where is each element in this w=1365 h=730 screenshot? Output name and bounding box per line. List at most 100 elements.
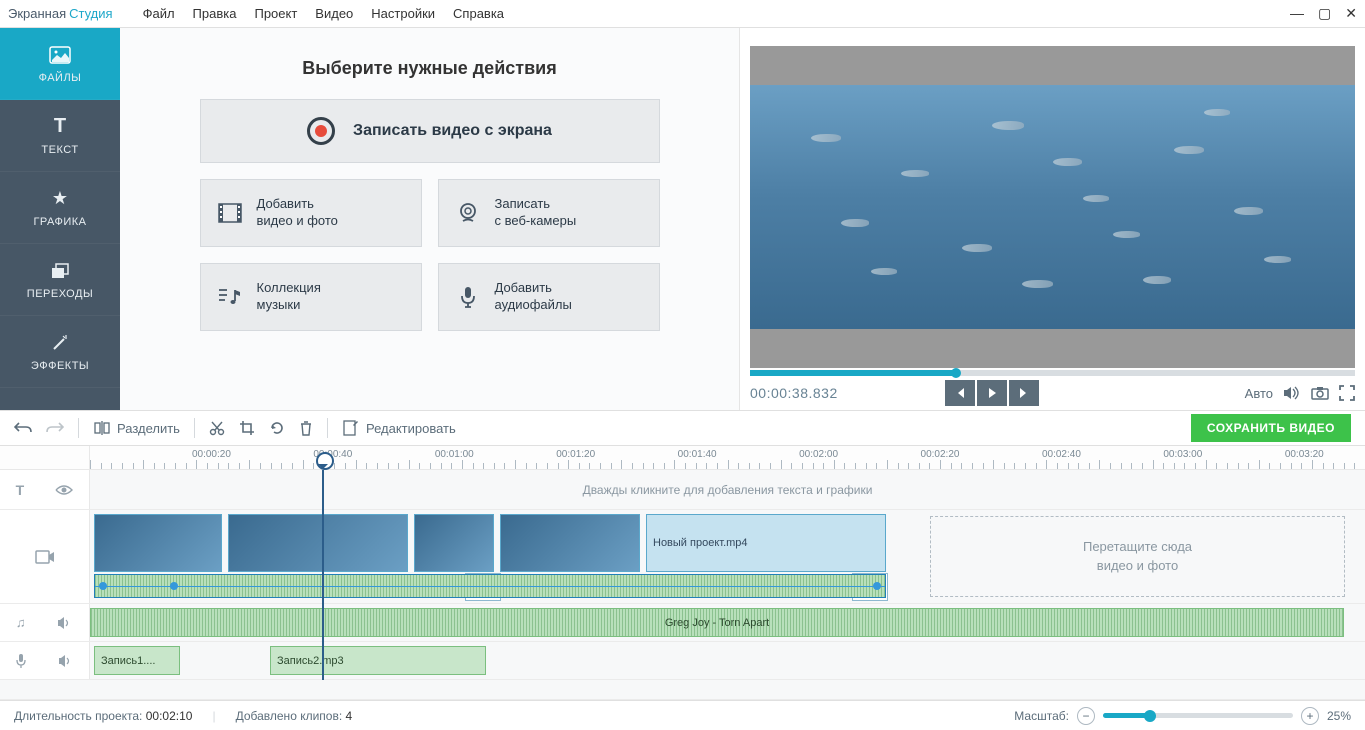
app-title-a: Экранная	[8, 6, 66, 21]
fullscreen-icon[interactable]	[1339, 385, 1355, 401]
timeline-toolbar: Разделить Редактировать СОХРАНИТЬ ВИДЕО	[0, 410, 1365, 446]
window-controls: — ▢ ✕	[1290, 5, 1357, 22]
sidebar-item-graphics[interactable]: ★ ГРАФИКА	[0, 172, 120, 244]
add-video-button[interactable]: Добавитьвидео и фото	[200, 179, 422, 247]
panel-title: Выберите нужные действия	[302, 58, 556, 79]
close-icon[interactable]: ✕	[1345, 5, 1357, 22]
music-track-body[interactable]: Greg Joy - Torn Apart	[90, 604, 1365, 641]
record-icon	[307, 117, 335, 145]
save-video-button[interactable]: СОХРАНИТЬ ВИДЕО	[1191, 414, 1351, 442]
menu-file[interactable]: Файл	[143, 6, 175, 21]
edit-button[interactable]: Редактировать	[342, 419, 456, 437]
wand-icon	[49, 332, 71, 354]
auto-label[interactable]: Авто	[1245, 386, 1273, 401]
sidebar-label: ЭФФЕКТЫ	[31, 360, 89, 372]
video-clip-5[interactable]: Новый проект.mp4	[646, 514, 886, 572]
maximize-icon[interactable]: ▢	[1318, 5, 1331, 22]
image-icon	[49, 44, 71, 66]
video-clip-2[interactable]	[228, 514, 408, 572]
time-display: 00:00:38.832	[750, 385, 838, 401]
menu-project[interactable]: Проект	[254, 6, 297, 21]
sidebar-item-files[interactable]: ФАЙЛЫ	[0, 28, 120, 100]
snapshot-icon[interactable]	[1311, 386, 1329, 400]
sidebar-label: ГРАФИКА	[33, 216, 86, 228]
split-icon	[93, 419, 111, 437]
sidebar-item-transitions[interactable]: ПЕРЕХОДЫ	[0, 244, 120, 316]
voice-track: Запись1.... Запись2.mp3	[0, 642, 1365, 680]
voice-track-body[interactable]: Запись1.... Запись2.mp3	[90, 642, 1365, 679]
voice-clip-1[interactable]: Запись1....	[94, 646, 180, 675]
actions-panel: Выберите нужные действия Записать видео …	[120, 28, 740, 410]
record-screen-button[interactable]: Записать видео с экрана	[200, 99, 660, 163]
video-clip-3[interactable]	[414, 514, 494, 572]
mic-track-icon[interactable]	[15, 653, 27, 669]
zoom-in-button[interactable]: +	[1301, 707, 1319, 725]
app-title-b: Студия	[69, 6, 112, 21]
text-track-icon[interactable]: T	[16, 482, 25, 498]
menu-video[interactable]: Видео	[315, 6, 353, 21]
zoom-out-button[interactable]: −	[1077, 707, 1095, 725]
menu-edit[interactable]: Правка	[193, 6, 237, 21]
video-track-icon[interactable]	[35, 550, 55, 564]
sidebar-label: ПЕРЕХОДЫ	[27, 288, 93, 300]
video-clip-1[interactable]	[94, 514, 222, 572]
crop-button[interactable]	[239, 420, 255, 436]
prev-button[interactable]	[945, 380, 975, 406]
preview-video[interactable]	[750, 46, 1355, 368]
microphone-icon	[455, 284, 481, 310]
cut-button[interactable]	[209, 420, 225, 436]
track-volume-icon[interactable]	[57, 616, 73, 630]
button-text: Добавитьвидео и фото	[257, 196, 338, 230]
track-volume-icon[interactable]	[58, 654, 74, 668]
play-button[interactable]	[977, 380, 1007, 406]
drop-zone[interactable]: Перетащите сюда видео и фото	[930, 516, 1345, 597]
titlebar: Экранная Студия Файл Правка Проект Видео…	[0, 0, 1365, 28]
next-button[interactable]	[1009, 380, 1039, 406]
webcam-icon	[455, 200, 481, 226]
video-track: Новый проект.mp4 2.0 2.0 Перетащите сюда…	[0, 510, 1365, 604]
video-track-body[interactable]: Новый проект.mp4 2.0 2.0 Перетащите сюда…	[90, 510, 1365, 603]
minimize-icon[interactable]: —	[1290, 5, 1304, 22]
music-list-icon	[217, 284, 243, 310]
layers-icon	[49, 260, 71, 282]
timeline-ruler[interactable]: 00:00:2000:00:4000:01:0000:01:2000:01:40…	[0, 446, 1365, 470]
menu-settings[interactable]: Настройки	[371, 6, 435, 21]
button-text: Добавитьаудиофайлы	[495, 280, 572, 314]
preview-progress[interactable]	[750, 370, 1355, 376]
inline-audio-clip[interactable]	[94, 574, 886, 598]
button-text: Записатьс веб-камеры	[495, 196, 577, 230]
video-clip-4[interactable]	[500, 514, 640, 572]
visibility-icon[interactable]	[55, 484, 73, 496]
text-icon: T	[49, 116, 71, 138]
sidebar-item-effects[interactable]: ЭФФЕКТЫ	[0, 316, 120, 388]
zoom-value: 25%	[1327, 709, 1351, 723]
film-icon	[217, 200, 243, 226]
record-label: Записать видео с экрана	[353, 122, 552, 140]
undo-button[interactable]	[14, 421, 32, 435]
zoom-slider[interactable]	[1103, 713, 1293, 718]
sidebar-item-text[interactable]: T ТЕКСТ	[0, 100, 120, 172]
volume-icon[interactable]	[1283, 385, 1301, 401]
music-track: ♫ Greg Joy - Torn Apart	[0, 604, 1365, 642]
sidebar-label: ФАЙЛЫ	[39, 72, 82, 84]
rotate-button[interactable]	[269, 420, 285, 436]
redo-button[interactable]	[46, 421, 64, 435]
preview-panel: 00:00:38.832 Авто	[740, 28, 1365, 410]
music-clip[interactable]: Greg Joy - Torn Apart	[90, 608, 1344, 637]
delete-button[interactable]	[299, 420, 313, 436]
clips-label: Добавлено клипов: 4	[236, 709, 353, 723]
voice-clip-2[interactable]: Запись2.mp3	[270, 646, 486, 675]
add-audio-button[interactable]: Добавитьаудиофайлы	[438, 263, 660, 331]
menu-help[interactable]: Справка	[453, 6, 504, 21]
record-webcam-button[interactable]: Записатьс веб-камеры	[438, 179, 660, 247]
star-icon: ★	[49, 188, 71, 210]
music-collection-button[interactable]: Коллекциямузыки	[200, 263, 422, 331]
music-track-icon[interactable]: ♫	[16, 615, 26, 630]
status-bar: Длительность проекта: 00:02:10 | Добавле…	[0, 700, 1365, 730]
zoom-label: Масштаб:	[1014, 709, 1069, 723]
sidebar: ФАЙЛЫ T ТЕКСТ ★ ГРАФИКА ПЕРЕХОДЫ ЭФФЕКТЫ	[0, 28, 120, 410]
text-track-hint: Дважды кликните для добавления текста и …	[583, 483, 873, 497]
playhead[interactable]	[322, 470, 324, 680]
sidebar-label: ТЕКСТ	[41, 144, 78, 156]
split-button[interactable]: Разделить	[93, 419, 180, 437]
